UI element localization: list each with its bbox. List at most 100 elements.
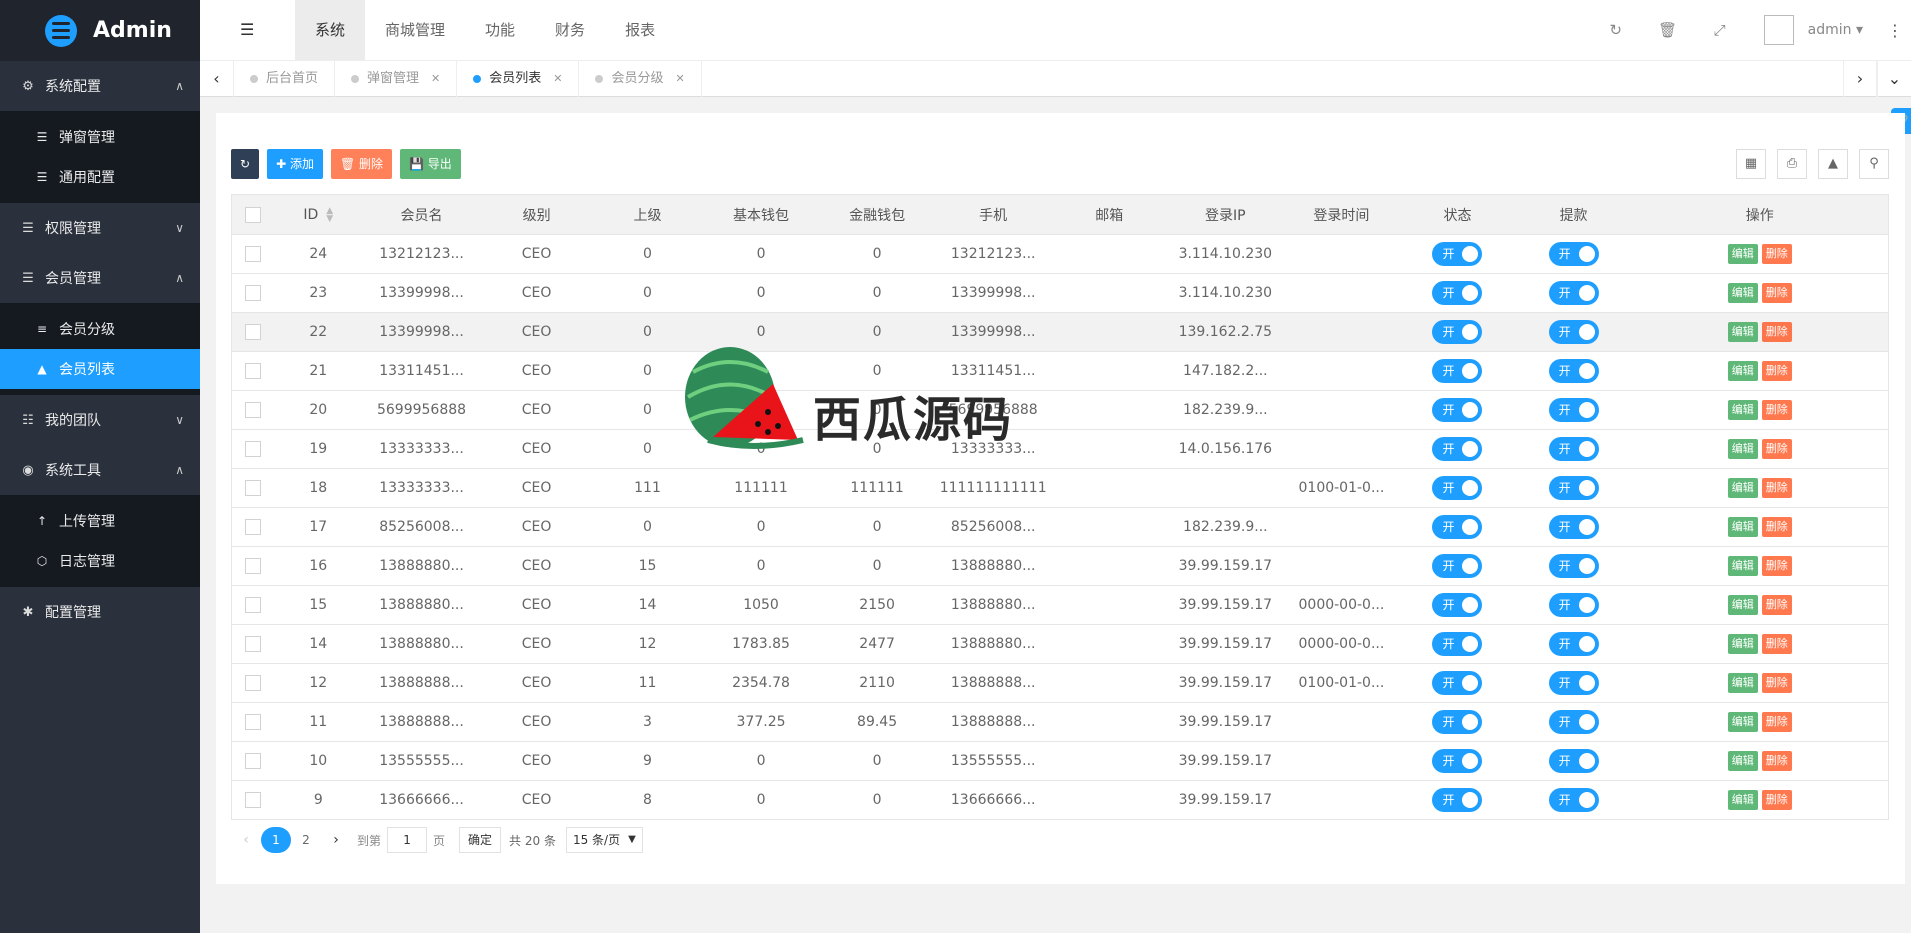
edit-button[interactable]: 编辑 [1727, 634, 1758, 654]
withdraw-toggle[interactable]: 开 [1548, 242, 1599, 266]
status-toggle[interactable]: 开 [1432, 671, 1483, 695]
status-toggle[interactable]: 开 [1432, 710, 1483, 734]
next-page-icon[interactable]: › [321, 832, 351, 848]
row-delete-button[interactable]: 删除 [1761, 400, 1792, 420]
close-icon[interactable]: ✕ [676, 61, 685, 97]
sidebar-item[interactable]: ☰ 弹窗管理 [0, 117, 200, 157]
edit-button[interactable]: 编辑 [1727, 400, 1758, 420]
tab[interactable]: 会员列表 ✕ [457, 61, 580, 97]
edit-button[interactable]: 编辑 [1727, 439, 1758, 459]
row-checkbox[interactable] [245, 402, 262, 418]
row-delete-button[interactable]: 删除 [1761, 517, 1792, 537]
tab[interactable]: 会员分级 ✕ [579, 61, 702, 97]
edit-button[interactable]: 编辑 [1727, 478, 1758, 498]
edit-button[interactable]: 编辑 [1727, 790, 1758, 810]
sidebar-item[interactable]: ▲ 会员列表 [0, 349, 200, 389]
row-checkbox[interactable] [245, 285, 262, 301]
edit-button[interactable]: 编辑 [1727, 595, 1758, 615]
table-row[interactable]: 14 13888880... CEO 12 1783.85 2477 13888880...… [231, 624, 1889, 664]
withdraw-toggle[interactable]: 开 [1548, 398, 1599, 422]
row-checkbox[interactable] [245, 363, 262, 379]
export-button[interactable]: 💾 导出 [400, 149, 461, 179]
row-delete-button[interactable]: 删除 [1761, 361, 1792, 381]
status-toggle[interactable]: 开 [1432, 398, 1483, 422]
row-delete-button[interactable]: 删除 [1761, 283, 1792, 303]
status-toggle[interactable]: 开 [1432, 788, 1483, 812]
tabs-prev-icon[interactable]: ‹ [200, 61, 234, 97]
search-icon[interactable]: ⚲ [1859, 149, 1889, 179]
row-checkbox[interactable] [245, 636, 262, 652]
close-icon[interactable]: ✕ [553, 61, 562, 97]
edit-button[interactable]: 编辑 [1727, 556, 1758, 576]
top-nav-item[interactable]: 功能 [465, 0, 535, 60]
sidebar-item[interactable]: ☰ 通用配置 [0, 157, 200, 197]
fullscreen-icon[interactable]: ⤢ [1694, 21, 1746, 39]
page-number[interactable]: 2 [291, 827, 321, 853]
select-all-checkbox[interactable] [245, 206, 262, 223]
menu-toggle-icon[interactable]: ☰ [240, 20, 254, 39]
row-delete-button[interactable]: 删除 [1761, 244, 1792, 264]
top-nav-item[interactable]: 财务 [535, 0, 605, 60]
table-row[interactable]: 24 13212123... CEO 0 0 0 13212123... 3.114.10.2… [231, 234, 1889, 274]
top-nav-item[interactable]: 商城管理 [365, 0, 465, 60]
table-row[interactable]: 12 13888888... CEO 11 2354.78 2110 13888888...… [231, 663, 1889, 703]
menu-group-header[interactable]: ✱ 配置管理 [0, 587, 200, 637]
menu-group-header[interactable]: ⚙ 系统配置 ∧ [0, 61, 200, 111]
menu-group-header[interactable]: ◉ 系统工具 ∧ [0, 445, 200, 495]
edit-button[interactable]: 编辑 [1727, 283, 1758, 303]
row-delete-button[interactable]: 删除 [1761, 322, 1792, 342]
withdraw-toggle[interactable]: 开 [1548, 359, 1599, 383]
row-delete-button[interactable]: 删除 [1761, 439, 1792, 459]
edit-button[interactable]: 编辑 [1727, 712, 1758, 732]
status-toggle[interactable]: 开 [1432, 593, 1483, 617]
more-icon[interactable]: ⋮ [1887, 21, 1903, 40]
row-checkbox[interactable] [245, 753, 262, 769]
logo[interactable]: Admin [0, 0, 200, 61]
menu-group-header[interactable]: ☷ 我的团队 ∨ [0, 395, 200, 445]
sidebar-item[interactable]: ⬡ 日志管理 [0, 541, 200, 581]
prev-page-icon[interactable]: ‹ [231, 832, 261, 848]
delete-button[interactable]: 🗑 删除 [330, 149, 393, 179]
menu-group-header[interactable]: ☰ 会员管理 ∧ [0, 253, 200, 303]
withdraw-toggle[interactable]: 开 [1548, 710, 1599, 734]
withdraw-toggle[interactable]: 开 [1548, 437, 1599, 461]
refresh-icon[interactable]: ↻ [1590, 21, 1642, 39]
trash-icon[interactable]: 🗑 [1642, 21, 1694, 39]
edit-button[interactable]: 编辑 [1727, 517, 1758, 537]
table-row[interactable]: 205699956888CEO0005699956888182.239.9...… [231, 390, 1889, 430]
tab[interactable]: 弹窗管理 ✕ [335, 61, 458, 97]
row-delete-button[interactable]: 删除 [1761, 712, 1792, 732]
sidebar-item[interactable]: ≡ 会员分级 [0, 309, 200, 349]
edit-button[interactable]: 编辑 [1727, 322, 1758, 342]
row-delete-button[interactable]: 删除 [1761, 595, 1792, 615]
avatar[interactable] [1763, 15, 1794, 45]
page-number[interactable]: 1 [261, 827, 291, 853]
refresh-button[interactable]: ↻ [231, 149, 260, 179]
row-delete-button[interactable]: 删除 [1761, 751, 1792, 771]
goto-page-input[interactable]: 1 [387, 827, 428, 853]
row-checkbox[interactable] [245, 441, 262, 457]
top-nav-item[interactable]: 系统 [295, 0, 366, 60]
sidebar-item[interactable]: ↑ 上传管理 [0, 501, 200, 541]
print-icon[interactable]: ⎙ [1777, 149, 1807, 179]
row-checkbox[interactable] [245, 480, 262, 496]
table-row[interactable]: 16 13888880... CEO 15 0 0 13888880... 39.99.159… [231, 546, 1889, 586]
withdraw-toggle[interactable]: 开 [1548, 281, 1599, 305]
menu-group-header[interactable]: ☰ 权限管理 ∨ [0, 203, 200, 253]
goto-confirm-button[interactable]: 确定 [459, 827, 502, 853]
withdraw-toggle[interactable]: 开 [1548, 593, 1599, 617]
tabs-next-icon[interactable]: › [1843, 61, 1877, 97]
add-button[interactable]: ✚ 添加 [267, 149, 323, 179]
edit-button[interactable]: 编辑 [1727, 673, 1758, 693]
table-row[interactable]: 9 13666666... CEO 8 0 0 13666666... 39.99.159.1… [231, 780, 1889, 820]
row-checkbox[interactable] [245, 792, 262, 808]
withdraw-toggle[interactable]: 开 [1548, 788, 1599, 812]
withdraw-toggle[interactable]: 开 [1548, 476, 1599, 500]
edit-button[interactable]: 编辑 [1727, 751, 1758, 771]
status-toggle[interactable]: 开 [1432, 281, 1483, 305]
status-toggle[interactable]: 开 [1432, 632, 1483, 656]
column-header[interactable]: ID ▲ ▼ [274, 194, 362, 235]
table-row[interactable]: 22 13399998... CEO 0 0 0 13399998... 139.162.2.… [231, 312, 1889, 352]
sort-icon[interactable]: ▲ ▼ [326, 206, 333, 223]
table-row[interactable]: 17 85256008... CEO 0 0 0 85256008... 182.239.9.… [231, 507, 1889, 547]
